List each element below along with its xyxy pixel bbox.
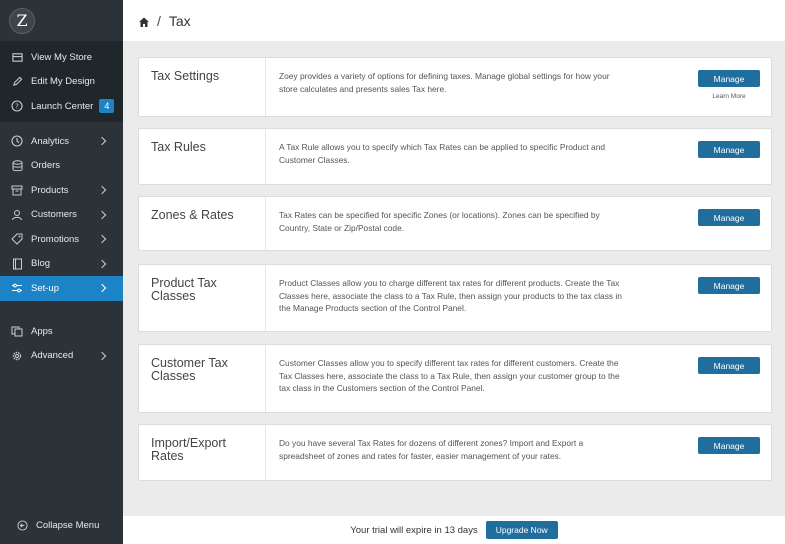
- sidebar-item-advanced[interactable]: Advanced: [0, 344, 123, 369]
- sidebar-item-label: Promotions: [31, 233, 80, 245]
- sidebar-item-promotions[interactable]: Promotions: [0, 227, 123, 252]
- card-zones-rates: Zones & Rates Tax Rates can be specified…: [138, 196, 772, 251]
- sidebar-item-view-my-store[interactable]: View My Store: [0, 45, 123, 70]
- sliders-icon: [11, 282, 23, 294]
- manage-button[interactable]: Manage: [698, 277, 760, 294]
- card-divider: [265, 425, 266, 480]
- breadcrumb-separator: /: [157, 12, 161, 29]
- card-title: Import/Export Rates: [151, 436, 227, 463]
- sidebar-item-label: View My Store: [31, 51, 93, 63]
- card-divider: [265, 58, 266, 116]
- manage-button[interactable]: Manage: [698, 437, 760, 454]
- zoey-logo[interactable]: Z: [9, 7, 35, 34]
- sidebar-item-analytics[interactable]: Analytics: [0, 129, 123, 154]
- sidebar-item-edit-my-design[interactable]: Edit My Design: [0, 70, 123, 95]
- chevron-right-icon: [97, 284, 107, 293]
- sidebar-item-label: Analytics: [31, 135, 70, 147]
- sidebar-item-label: Orders: [31, 160, 61, 172]
- chevron-right-icon: [97, 235, 107, 244]
- main-content: Tax Settings Zoey provides a variety of …: [123, 41, 785, 516]
- card-divider: [265, 265, 266, 331]
- sidebar-item-launch-center[interactable]: ? Launch Center 4: [0, 94, 123, 119]
- sidebar: Z View My Store Edit My Design ? Launch …: [0, 0, 123, 544]
- sidebar-main-group: Analytics Orders Products Customers Prom…: [0, 129, 123, 301]
- manage-button[interactable]: Manage: [698, 70, 760, 87]
- clock-icon: [11, 135, 23, 147]
- manage-button[interactable]: Manage: [698, 209, 760, 226]
- logo-area: Z: [0, 0, 123, 41]
- card-title: Zones & Rates: [151, 208, 234, 222]
- card-tax-settings: Tax Settings Zoey provides a variety of …: [138, 57, 772, 117]
- apps-icon: [11, 325, 23, 337]
- page-title: Tax: [168, 12, 191, 29]
- store-icon: [11, 51, 23, 63]
- collapse-arrow-icon: [16, 520, 28, 532]
- sidebar-item-label: Set-up: [31, 282, 59, 294]
- sidebar-item-customers[interactable]: Customers: [0, 203, 123, 228]
- launch-center-badge: 4: [99, 99, 115, 114]
- card-divider: [265, 197, 266, 250]
- manage-button[interactable]: Manage: [698, 141, 760, 158]
- book-icon: [11, 258, 23, 270]
- database-icon: [11, 160, 23, 172]
- sidebar-item-label: Edit My Design: [31, 76, 95, 88]
- card-divider: [265, 129, 266, 184]
- box-icon: [11, 184, 23, 196]
- chevron-right-icon: [97, 137, 107, 146]
- card-import-export-rates: Import/Export Rates Do you have several …: [138, 424, 772, 481]
- card-description: Tax Rates can be specified for specific …: [279, 210, 600, 233]
- card-description: Do you have several Tax Rates for dozens…: [279, 438, 584, 461]
- sidebar-item-label: Apps: [31, 325, 53, 337]
- card-title: Tax Rules: [151, 140, 206, 154]
- sidebar-item-label: Launch Center: [31, 100, 94, 112]
- sidebar-top-group: View My Store Edit My Design ? Launch Ce…: [0, 41, 123, 122]
- sidebar-item-blog[interactable]: Blog: [0, 252, 123, 277]
- sidebar-item-apps[interactable]: Apps: [0, 319, 123, 344]
- card-title: Customer Tax Classes: [151, 356, 228, 383]
- card-title: Tax Settings: [151, 69, 220, 83]
- collapse-menu-label: Collapse Menu: [36, 520, 100, 532]
- manage-button[interactable]: Manage: [698, 357, 760, 374]
- sidebar-lower-group: Apps Advanced: [0, 319, 123, 368]
- chevron-right-icon: [97, 186, 107, 195]
- chevron-right-icon: [97, 351, 107, 360]
- card-tax-rules: Tax Rules A Tax Rule allows you to speci…: [138, 128, 772, 185]
- sidebar-item-label: Products: [31, 184, 69, 196]
- card-description: Customer Classes allow you to specify di…: [279, 358, 620, 393]
- svg-text:?: ?: [15, 103, 19, 111]
- upgrade-now-button[interactable]: Upgrade Now: [485, 521, 558, 539]
- sidebar-item-label: Blog: [31, 258, 51, 270]
- home-icon[interactable]: [138, 15, 150, 27]
- card-product-tax-classes: Product Tax Classes Product Classes allo…: [138, 264, 772, 332]
- page-header: / Tax: [123, 0, 785, 41]
- user-icon: [11, 209, 23, 221]
- chevron-right-icon: [97, 210, 107, 219]
- sidebar-bottom: Collapse Menu: [0, 514, 123, 539]
- card-divider: [265, 345, 266, 412]
- sidebar-item-label: Advanced: [31, 350, 74, 362]
- sidebar-item-products[interactable]: Products: [0, 178, 123, 203]
- question-circle-icon: ?: [11, 100, 23, 112]
- card-description: Product Classes allow you to charge diff…: [279, 278, 622, 313]
- sidebar-item-set-up[interactable]: Set-up: [0, 276, 123, 301]
- card-description: A Tax Rule allows you to specify which T…: [279, 142, 606, 165]
- chevron-right-icon: [97, 259, 107, 268]
- sidebar-item-orders[interactable]: Orders: [0, 154, 123, 179]
- learn-more-link[interactable]: Learn More: [698, 93, 760, 100]
- trial-message: Your trial will expire in 13 days: [350, 524, 478, 536]
- tag-icon: [11, 233, 23, 245]
- card-customer-tax-classes: Customer Tax Classes Customer Classes al…: [138, 344, 772, 413]
- gear-icon: [11, 350, 23, 362]
- pencil-icon: [11, 76, 23, 88]
- collapse-menu-button[interactable]: Collapse Menu: [0, 514, 123, 539]
- card-title: Product Tax Classes: [151, 276, 217, 303]
- card-description: Zoey provides a variety of options for d…: [279, 71, 610, 94]
- trial-footer: Your trial will expire in 13 days Upgrad…: [123, 516, 785, 544]
- sidebar-item-label: Customers: [31, 209, 77, 221]
